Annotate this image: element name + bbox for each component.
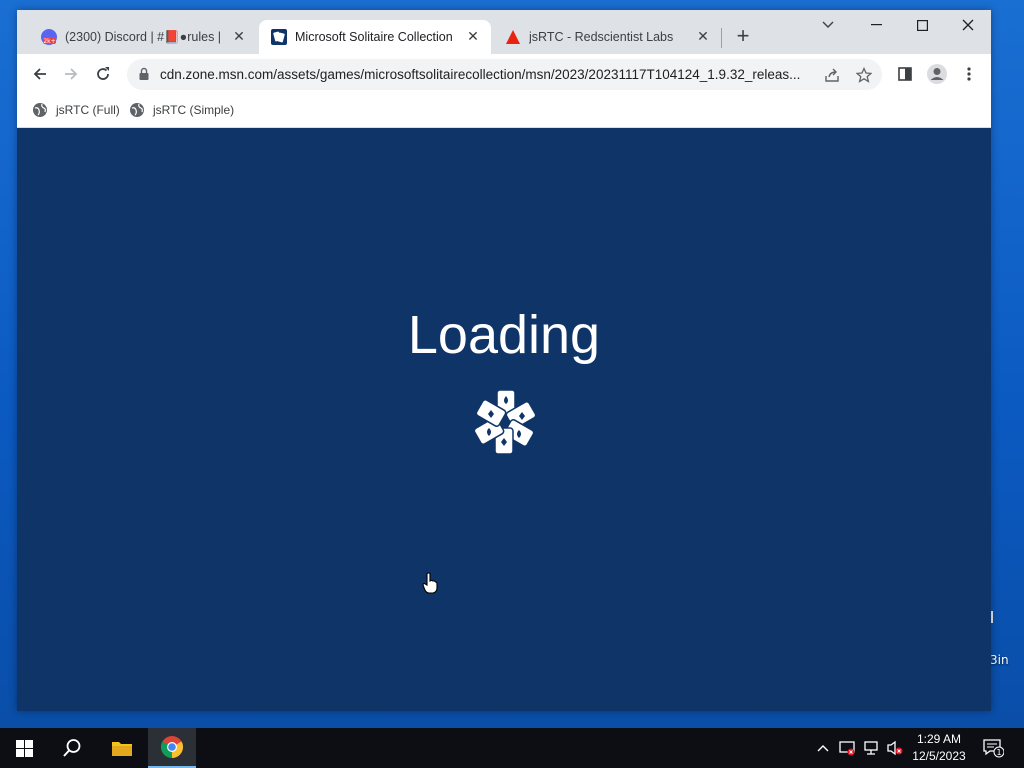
side-panel-icon: [898, 67, 912, 81]
monitor-warning-icon: [839, 741, 855, 756]
spinning-cards-icon: [473, 389, 537, 455]
tab-title: Microsoft Solitaire Collection: [295, 30, 453, 44]
reload-button[interactable]: [89, 60, 117, 88]
tab-separator: [721, 28, 722, 48]
action-center-button[interactable]: 1: [980, 728, 1006, 768]
solitaire-icon: [271, 29, 287, 45]
show-hidden-icons-button[interactable]: [812, 728, 834, 768]
close-window-button[interactable]: [945, 10, 991, 40]
globe-icon: [130, 103, 144, 117]
tab-title: jsRTC - Redscientist Labs: [529, 30, 674, 44]
svg-text:1: 1: [996, 748, 1001, 757]
browser-window: 2k+ (2300) Discord | #📕●rules | Ukr ✕ Mi…: [17, 10, 991, 711]
maximize-icon: [916, 19, 928, 31]
start-button[interactable]: [0, 728, 48, 768]
clock-time: 1:29 AM: [916, 732, 962, 746]
chrome-taskbar-button[interactable]: [148, 728, 196, 768]
forward-button[interactable]: [57, 60, 85, 88]
minimize-icon: [870, 24, 882, 26]
side-panel-button[interactable]: [891, 60, 919, 88]
loading-text: Loading: [407, 305, 601, 365]
defender-tray-button[interactable]: [836, 728, 858, 768]
clock-date: 12/5/2023: [912, 749, 966, 763]
address-bar[interactable]: cdn.zone.msn.com/assets/games/microsofts…: [127, 59, 882, 90]
close-tab-icon[interactable]: ✕: [231, 29, 247, 45]
recycle-bin-icon[interactable]: [991, 611, 993, 623]
folder-icon: [112, 742, 132, 756]
profile-button[interactable]: [923, 60, 951, 88]
tab-solitaire[interactable]: Microsoft Solitaire Collection ✕: [259, 20, 491, 54]
bookmark-label: jsRTC (Full): [56, 103, 120, 117]
url-text[interactable]: cdn.zone.msn.com/assets/games/microsofts…: [160, 67, 815, 82]
search-button[interactable]: [48, 728, 96, 768]
bookmark-jsrtc-full[interactable]: jsRTC (Full): [32, 102, 120, 118]
network-icon: [864, 741, 878, 755]
notification-icon: 1: [983, 739, 1004, 758]
tab-title: (2300) Discord | #📕●rules | Ukr: [65, 29, 225, 44]
clock[interactable]: 1:29 AM 12/5/2023: [905, 731, 973, 765]
bookmark-label: jsRTC (Simple): [153, 103, 235, 117]
arrow-left-icon: [33, 68, 46, 80]
globe-icon: [33, 103, 47, 117]
tab-search-button[interactable]: [805, 10, 851, 40]
bookmark-star-icon[interactable]: [855, 66, 873, 84]
share-icon[interactable]: [823, 66, 841, 84]
close-tab-icon[interactable]: ✕: [465, 29, 481, 45]
discord-icon: 2k+: [41, 29, 57, 45]
network-tray-button[interactable]: [860, 728, 882, 768]
game-loading-screen[interactable]: Loading: [17, 128, 991, 711]
tab-discord[interactable]: 2k+ (2300) Discord | #📕●rules | Ukr ✕: [29, 20, 257, 54]
hand-cursor-icon: [422, 572, 438, 594]
browser-toolbar: cdn.zone.msn.com/assets/games/microsofts…: [17, 54, 991, 94]
taskbar: 1:29 AM 12/5/2023 1: [0, 728, 1024, 768]
recycle-bin-label[interactable]: 3in: [990, 653, 1009, 667]
minimize-button[interactable]: [853, 10, 899, 40]
tab-jsrtc[interactable]: jsRTC - Redscientist Labs ✕: [493, 20, 721, 54]
maximize-button[interactable]: [899, 10, 945, 40]
back-button[interactable]: [26, 60, 54, 88]
kebab-menu-icon: [967, 67, 971, 81]
warning-triangle-icon: [505, 29, 521, 45]
bookmark-jsrtc-simple[interactable]: jsRTC (Simple): [129, 102, 234, 118]
menu-button[interactable]: [955, 60, 983, 88]
chevron-down-icon: [822, 21, 834, 28]
file-explorer-button[interactable]: [98, 728, 146, 768]
volume-tray-button[interactable]: [884, 728, 906, 768]
reload-icon: [97, 67, 109, 80]
new-tab-button[interactable]: +: [731, 23, 755, 48]
search-icon: [63, 739, 81, 757]
chevron-up-icon: [817, 745, 829, 752]
volume-muted-icon: [887, 740, 903, 756]
chrome-icon: [161, 736, 183, 758]
arrow-right-icon: [65, 68, 78, 80]
tab-strip: 2k+ (2300) Discord | #📕●rules | Ukr ✕ Mi…: [17, 10, 991, 54]
windows-logo-icon: [15, 739, 33, 757]
svg-text:2k+: 2k+: [43, 38, 55, 45]
profile-avatar-icon: [927, 64, 947, 84]
close-icon: [962, 19, 974, 31]
bookmarks-bar: jsRTC (Full) jsRTC (Simple): [17, 94, 991, 128]
close-tab-icon[interactable]: ✕: [695, 29, 711, 45]
lock-icon: [139, 67, 149, 80]
